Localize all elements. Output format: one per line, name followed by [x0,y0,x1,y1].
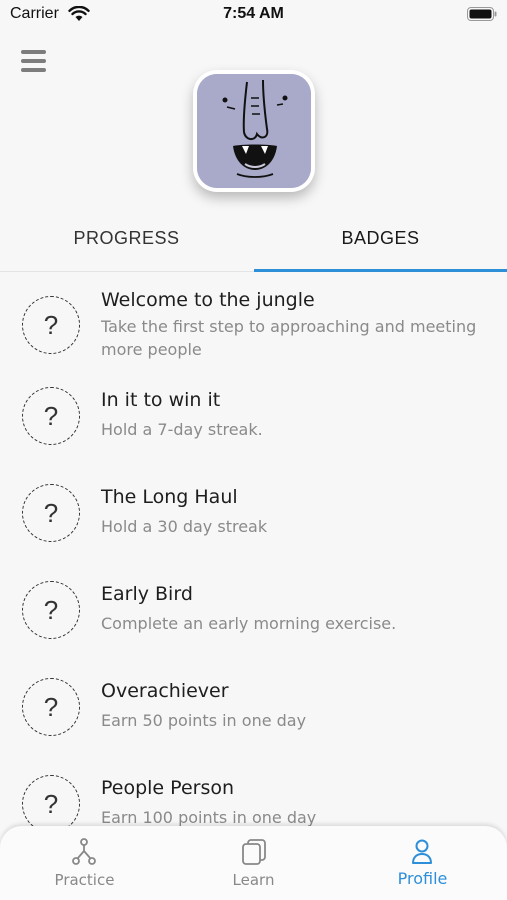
locked-badge-icon: ? [22,581,80,639]
locked-badge-icon: ? [22,775,80,828]
badge-item[interactable]: ? People Person Earn 100 points in one d… [0,757,507,828]
badge-description: Complete an early morning exercise. [101,614,397,633]
locked-badge-icon: ? [22,678,80,736]
clock: 7:54 AM [223,5,284,22]
menu-bar [21,59,46,63]
cards-icon [242,839,266,865]
badge-list[interactable]: ? Welcome to the jungle Take the first s… [0,272,507,828]
badge-item[interactable]: ? The Long Haul Hold a 30 day streak [0,466,507,563]
nav-practice[interactable]: Practice [0,826,169,900]
menu-bar [21,68,46,72]
battery-icon [467,7,497,21]
badge-title: The Long Haul [101,486,238,508]
tab-progress[interactable]: PROGRESS [0,228,253,249]
badge-description: Take the first step to approaching and m… [101,317,477,359]
tab-badges[interactable]: BADGES [254,228,507,249]
locked-badge-icon: ? [22,484,80,542]
branch-icon [72,838,96,865]
badge-title: Overachiever [101,680,229,702]
nav-learn[interactable]: Learn [169,826,338,900]
nav-practice-label: Practice [54,871,115,889]
menu-button[interactable] [21,50,46,74]
badge-title: Early Bird [101,583,193,605]
face-icon [197,74,311,188]
badge-description: Hold a 7-day streak. [101,420,263,439]
bottom-nav: Practice Learn Profile [0,826,507,900]
badge-description: Hold a 30 day streak [101,517,268,536]
menu-bar [21,50,46,54]
badge-item[interactable]: ? Welcome to the jungle Take the first s… [0,272,507,369]
badge-item[interactable]: ? Overachiever Earn 50 points in one day [0,660,507,757]
avatar-image [197,74,311,188]
nav-profile[interactable]: Profile [338,826,507,900]
badge-description: Earn 50 points in one day [101,711,307,730]
person-icon [412,839,432,864]
nav-profile-label: Profile [397,869,448,888]
badge-item[interactable]: ? Early Bird Complete an early morning e… [0,563,507,660]
avatar[interactable] [193,70,315,192]
badge-item[interactable]: ? In it to win it Hold a 7-day streak. [0,369,507,466]
badge-title: People Person [101,777,235,799]
status-bar: Carrier 7:54 AM [0,0,507,30]
locked-badge-icon: ? [22,296,80,354]
locked-badge-icon: ? [22,387,80,445]
nav-learn-label: Learn [232,871,275,889]
badge-title: In it to win it [101,389,221,411]
badge-title: Welcome to the jungle [101,289,315,311]
badge-description: Earn 100 points in one day [101,808,317,827]
